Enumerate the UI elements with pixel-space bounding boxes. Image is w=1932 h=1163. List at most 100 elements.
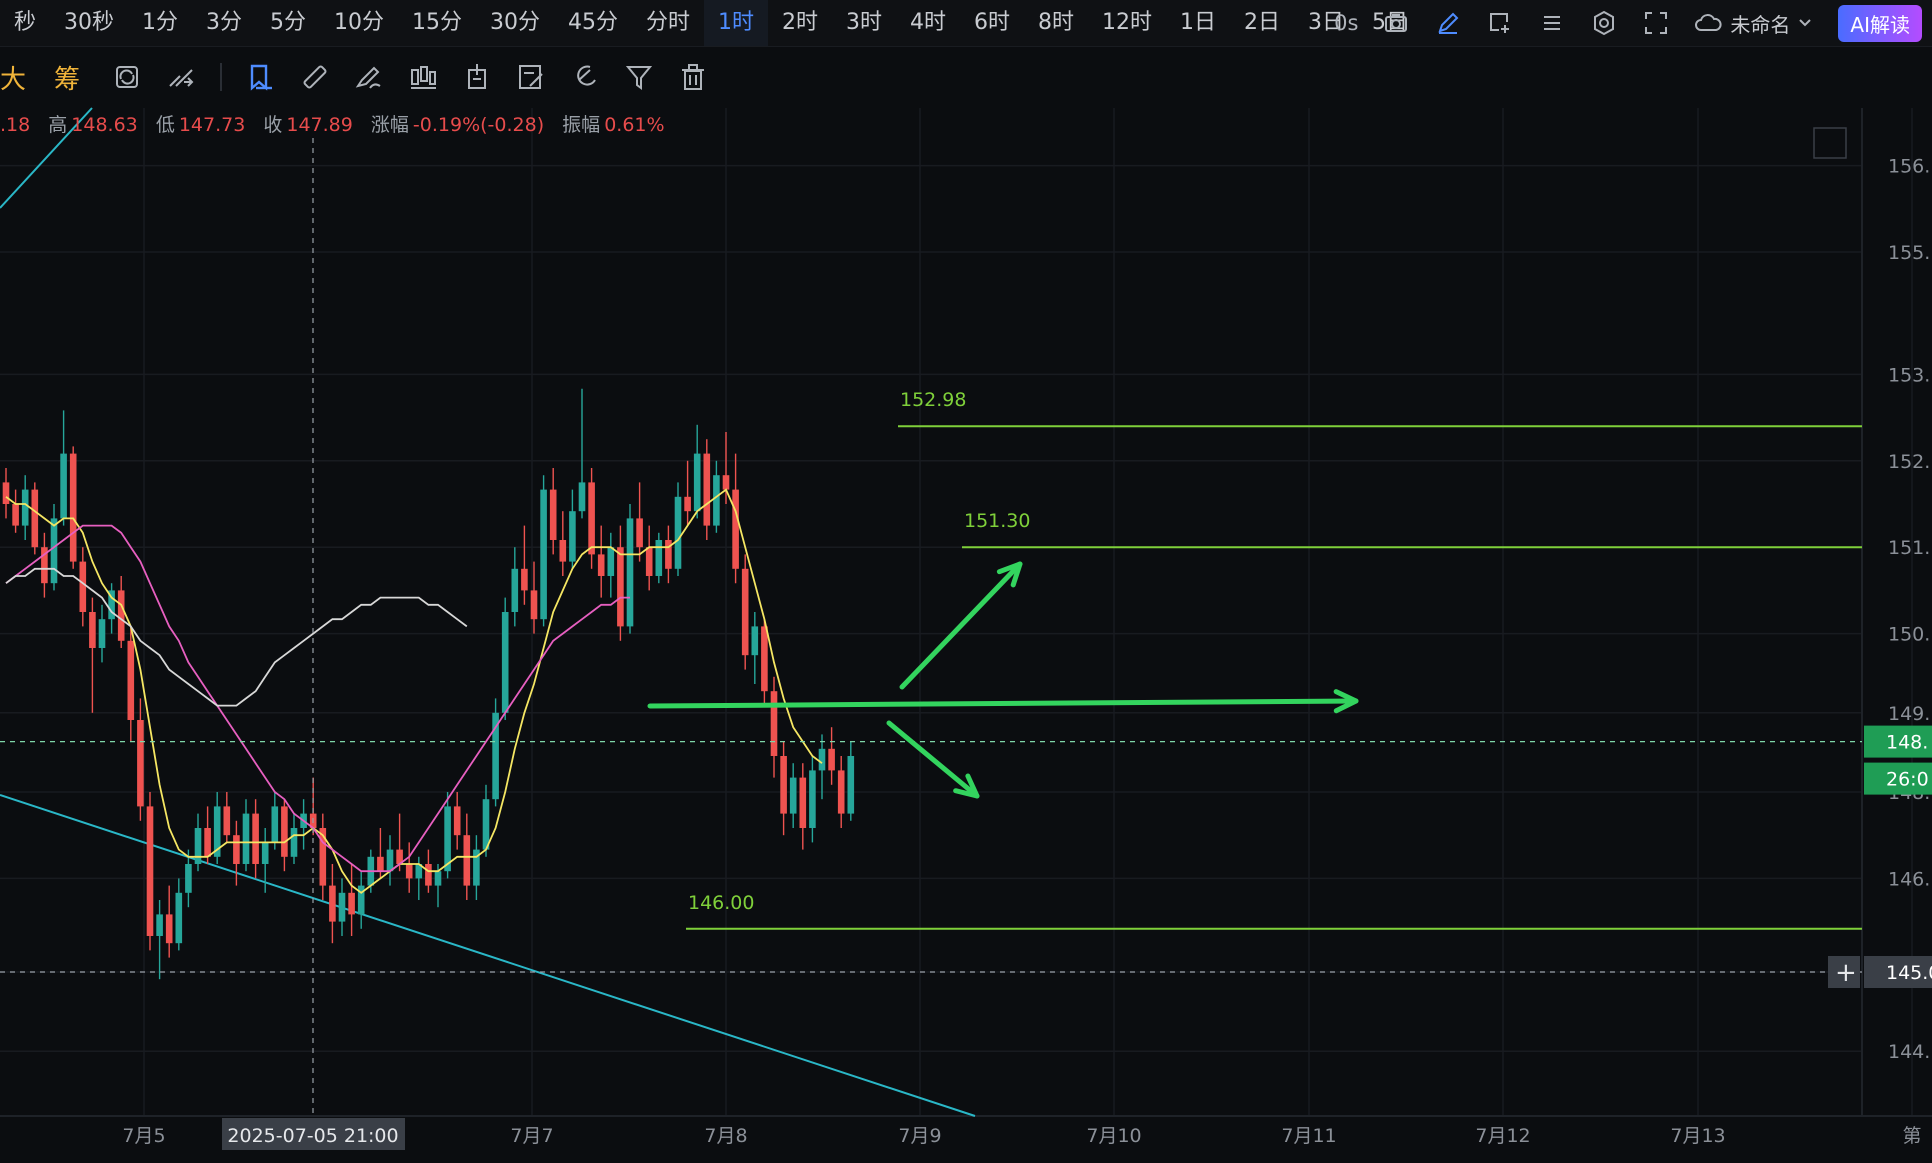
candle-body: [636, 518, 643, 548]
candle-34: [329, 864, 336, 944]
candle-body: [137, 720, 144, 807]
candle-body: [713, 475, 720, 526]
candle-8: [79, 547, 87, 627]
candle-24: [233, 820, 240, 886]
y-tick-2: 153.: [1888, 364, 1930, 386]
cursor-price-tag: 145.0: [1886, 962, 1932, 984]
ohlc-low-value: 147.73: [178, 114, 246, 136]
candle-67: [645, 525, 653, 591]
candle-body: [828, 748, 835, 771]
candle-body: [329, 885, 336, 922]
candle-body: [588, 482, 595, 555]
down-arrow-shaft: [886, 720, 980, 799]
candle-body: [482, 799, 490, 850]
candle-84: [809, 756, 816, 843]
candle-body: [751, 626, 759, 656]
candle-body: [655, 540, 663, 576]
candle-10: [98, 604, 106, 663]
candle-body: [569, 511, 576, 562]
candle-72: [693, 424, 701, 519]
candle-body: [597, 554, 605, 576]
candle-3: [31, 482, 39, 555]
candle-body: [98, 619, 106, 648]
candle-body: [185, 864, 192, 893]
candle-body: [453, 806, 461, 836]
candle-body: [809, 770, 816, 828]
candle-15: [146, 792, 154, 951]
candle-14: [137, 698, 144, 821]
candle-65: [626, 504, 634, 634]
candle-body: [165, 914, 173, 944]
x-tick-1: 7月7: [510, 1125, 553, 1147]
candle-7: [69, 446, 77, 569]
x-tick-5: 7月11: [1281, 1125, 1336, 1147]
level-label-1: 151.30: [964, 510, 1030, 532]
candle-body: [665, 540, 672, 569]
candle-56: [540, 475, 547, 627]
candle-42: [405, 842, 413, 893]
y-tick-1: 155.: [1888, 242, 1930, 264]
candle-body: [511, 568, 519, 612]
candle-body: [69, 453, 77, 562]
ohlc-amplitude-value: 0.61%: [604, 114, 665, 136]
candle-body: [156, 914, 163, 936]
candle-body: [50, 518, 58, 584]
candle-83: [799, 763, 807, 850]
candle-63: [607, 532, 615, 598]
candle-body: [223, 806, 231, 836]
candle-69: [665, 525, 672, 584]
candle-body: [12, 504, 19, 526]
price-chart[interactable]: 152.98 151.30 146.00 156. 155. 153. 152. 151. 1…: [0, 0, 1932, 1163]
candle-body: [21, 489, 29, 526]
candle-body: [204, 828, 211, 857]
candle-body: [31, 489, 39, 548]
level-label-2: 146.00: [688, 892, 754, 914]
candle-body: [463, 835, 471, 886]
candle-body: [60, 453, 67, 519]
y-tick-4: 151.: [1888, 537, 1930, 559]
candle-body: [271, 806, 279, 843]
ohlc-open-value: .18: [0, 114, 31, 136]
candle-body: [386, 849, 394, 872]
candle-body: [578, 482, 586, 512]
candle-17: [165, 885, 173, 958]
candle-25: [242, 799, 250, 872]
candle-64: [617, 525, 624, 641]
candle-23: [223, 792, 231, 843]
candle-body: [281, 806, 288, 857]
ohlc-high-label: 高: [48, 114, 68, 136]
candle-60: [578, 388, 586, 519]
x-tick-7: 7月13: [1670, 1125, 1725, 1147]
chart-corner-box: [1813, 127, 1847, 159]
candle-body: [261, 842, 269, 864]
ma-slow-line: [5, 567, 468, 707]
current-price-tag: 148.: [1886, 732, 1928, 754]
candle-body: [770, 691, 778, 756]
candle-2: [21, 475, 29, 540]
candle-0: [2, 468, 10, 519]
y-tick-5: 150.: [1888, 624, 1930, 646]
candle-body: [290, 828, 298, 857]
y-tick-8: 146.: [1888, 868, 1930, 890]
candle-20: [194, 813, 202, 872]
candle-body: [617, 547, 624, 627]
candle-body: [741, 568, 749, 656]
candle-body: [674, 496, 682, 569]
candle-body: [89, 612, 96, 648]
candle-body: [732, 489, 739, 569]
candle-61: [588, 468, 595, 569]
candle-body: [79, 561, 87, 612]
ohlc-high-value: 148.63: [71, 114, 138, 136]
x-tick-6: 7月12: [1475, 1125, 1530, 1147]
candle-80: [770, 676, 778, 778]
candle-13: [127, 626, 135, 742]
x-tick-4: 7月10: [1086, 1125, 1141, 1147]
countdown-tag: 26:0: [1886, 769, 1929, 791]
candle-body: [645, 547, 653, 576]
candle-28: [271, 792, 279, 850]
candle-49: [473, 835, 480, 900]
ohlc-bar: .18 高 148.63 低 147.73 收 147.89 涨幅 -0.19%(-0.…: [0, 110, 677, 138]
candle-57: [549, 468, 557, 555]
candle-body: [799, 777, 807, 828]
candle-81: [780, 741, 787, 836]
